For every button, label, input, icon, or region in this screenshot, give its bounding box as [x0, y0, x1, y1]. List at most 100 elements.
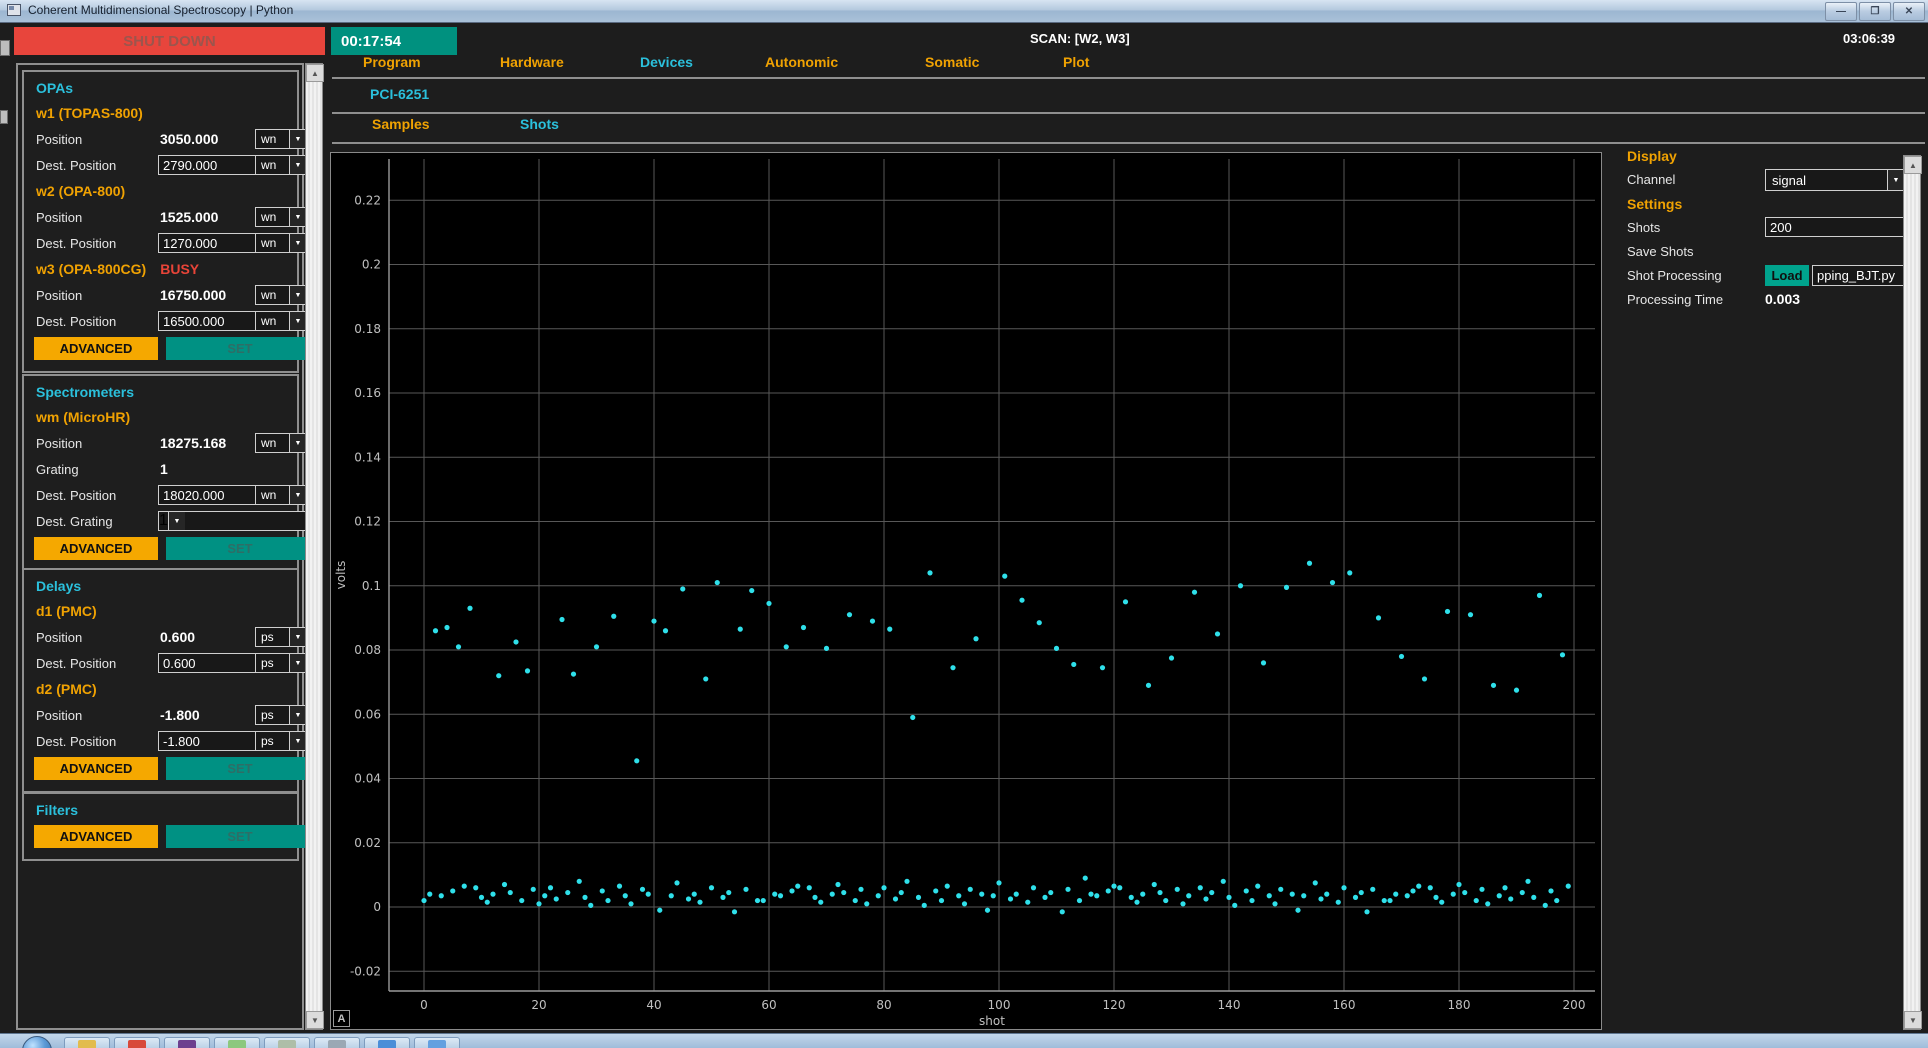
- close-button[interactable]: ✕: [1893, 2, 1925, 21]
- y-tick-label: 0.12: [354, 515, 381, 529]
- units-select[interactable]: wn▼: [255, 311, 307, 331]
- chevron-down-icon[interactable]: ▼: [289, 234, 306, 252]
- tab-pci-6251[interactable]: PCI-6251: [370, 86, 429, 102]
- advanced-button[interactable]: ADVANCED: [34, 825, 158, 848]
- units-select[interactable]: wn▼: [255, 129, 307, 149]
- settings-scrollbar[interactable]: ▲ ▼: [1903, 155, 1921, 1030]
- scatter-point: [1548, 888, 1553, 893]
- destination-input[interactable]: [158, 155, 256, 175]
- field-label: Dest. Position: [36, 236, 116, 251]
- shutdown-button[interactable]: SHUT DOWN: [14, 27, 325, 55]
- load-script-button[interactable]: Load: [1765, 265, 1809, 286]
- taskbar-button[interactable]: [364, 1037, 410, 1048]
- units-select[interactable]: wn▼: [255, 207, 307, 227]
- shots-plot-canvas[interactable]: -0.0200.020.040.060.080.10.120.140.160.1…: [330, 152, 1602, 1030]
- set-button[interactable]: SET: [166, 757, 314, 780]
- windows-taskbar[interactable]: [0, 1033, 1928, 1048]
- units-select[interactable]: ps▼: [255, 627, 307, 647]
- subtab-shots[interactable]: Shots: [520, 116, 559, 132]
- section-delays: Delaysd1 (PMC)Position0.600ps▼Dest. Posi…: [22, 568, 299, 793]
- units-select[interactable]: wn▼: [255, 433, 307, 453]
- scroll-up-icon[interactable]: ▲: [306, 64, 324, 82]
- scatter-point: [554, 896, 559, 901]
- chevron-down-icon[interactable]: ▼: [168, 512, 185, 530]
- minimize-button[interactable]: —: [1825, 2, 1857, 21]
- taskbar-button[interactable]: [264, 1037, 310, 1048]
- chevron-down-icon[interactable]: ▼: [1887, 170, 1904, 190]
- scatter-point: [1393, 892, 1398, 897]
- nav-item-program[interactable]: Program: [363, 54, 421, 70]
- destination-input[interactable]: [158, 653, 256, 673]
- restore-button[interactable]: ❐: [1859, 2, 1891, 21]
- scroll-down-icon[interactable]: ▼: [306, 1011, 324, 1029]
- chevron-down-icon[interactable]: ▼: [289, 208, 306, 226]
- app-purple-icon: [178, 1040, 196, 1048]
- nav-item-somatic[interactable]: Somatic: [925, 54, 979, 70]
- field-label: Grating: [36, 462, 79, 477]
- set-button[interactable]: SET: [166, 537, 314, 560]
- units-select[interactable]: wn▼: [255, 233, 307, 253]
- chevron-down-icon[interactable]: ▼: [289, 706, 306, 724]
- scatter-point: [824, 646, 829, 651]
- chevron-down-icon[interactable]: ▼: [289, 130, 306, 148]
- field-label: Position: [36, 630, 82, 645]
- autorange-button[interactable]: A: [333, 1010, 350, 1027]
- scatter-point: [772, 892, 777, 897]
- destination-input[interactable]: [158, 233, 256, 253]
- chevron-down-icon[interactable]: ▼: [289, 156, 306, 174]
- chevron-down-icon[interactable]: ▼: [289, 434, 306, 452]
- scatter-point: [1382, 898, 1387, 903]
- destination-input[interactable]: [158, 311, 256, 331]
- taskbar-button[interactable]: [114, 1037, 160, 1048]
- set-button[interactable]: SET: [166, 337, 314, 360]
- taskbar-button[interactable]: [214, 1037, 260, 1048]
- chevron-down-icon[interactable]: ▼: [289, 628, 306, 646]
- nav-item-devices[interactable]: Devices: [640, 54, 693, 70]
- nav-item-plot[interactable]: Plot: [1063, 54, 1089, 70]
- shots-input[interactable]: [1765, 217, 1911, 237]
- advanced-button[interactable]: ADVANCED: [34, 337, 158, 360]
- destination-input[interactable]: [158, 485, 256, 505]
- taskbar-button[interactable]: [314, 1037, 360, 1048]
- chevron-down-icon[interactable]: ▼: [289, 654, 306, 672]
- set-button[interactable]: SET: [166, 825, 314, 848]
- scatter-point: [1341, 885, 1346, 890]
- chevron-down-icon[interactable]: ▼: [289, 486, 306, 504]
- units-select[interactable]: ps▼: [255, 705, 307, 725]
- nav-item-hardware[interactable]: Hardware: [500, 54, 564, 70]
- scroll-down-icon[interactable]: ▼: [1904, 1011, 1922, 1029]
- start-button[interactable]: [22, 1036, 52, 1048]
- processing-script-field[interactable]: pping_BJT.py: [1812, 265, 1905, 286]
- grating-select[interactable]: 1▼: [158, 511, 307, 531]
- scroll-up-icon[interactable]: ▲: [1904, 156, 1922, 174]
- taskbar-button[interactable]: [64, 1037, 110, 1048]
- nav-item-autonomic[interactable]: Autonomic: [765, 54, 838, 70]
- title-bar[interactable]: Coherent Multidimensional Spectroscopy |…: [0, 0, 1928, 23]
- advanced-button[interactable]: ADVANCED: [34, 757, 158, 780]
- section-spectrometers: Spectrometerswm (MicroHR)Position18275.1…: [22, 374, 299, 573]
- chevron-down-icon[interactable]: ▼: [289, 312, 306, 330]
- scatter-point: [1353, 895, 1358, 900]
- scatter-point: [709, 885, 714, 890]
- scatter-point: [559, 617, 564, 622]
- channel-select[interactable]: signal ▼: [1765, 169, 1905, 191]
- taskbar-button[interactable]: [414, 1037, 460, 1048]
- sidebar-scrollbar[interactable]: ▲ ▼: [305, 63, 323, 1030]
- scatter-point: [973, 636, 978, 641]
- units-select[interactable]: wn▼: [255, 285, 307, 305]
- advanced-button[interactable]: ADVANCED: [34, 537, 158, 560]
- units-select[interactable]: ps▼: [255, 653, 307, 673]
- chevron-down-icon[interactable]: ▼: [289, 286, 306, 304]
- units-select[interactable]: wn▼: [255, 155, 307, 175]
- scatter-chart[interactable]: -0.0200.020.040.060.080.10.120.140.160.1…: [331, 153, 1601, 1029]
- units-select[interactable]: ps▼: [255, 731, 307, 751]
- taskbar-button[interactable]: [164, 1037, 210, 1048]
- units-select[interactable]: wn▼: [255, 485, 307, 505]
- chevron-down-icon[interactable]: ▼: [289, 732, 306, 750]
- scatter-point: [1307, 561, 1312, 566]
- scatter-point: [1295, 908, 1300, 913]
- scatter-point: [950, 665, 955, 670]
- destination-input[interactable]: [158, 731, 256, 751]
- subtab-samples[interactable]: Samples: [372, 116, 430, 132]
- scatter-point: [479, 895, 484, 900]
